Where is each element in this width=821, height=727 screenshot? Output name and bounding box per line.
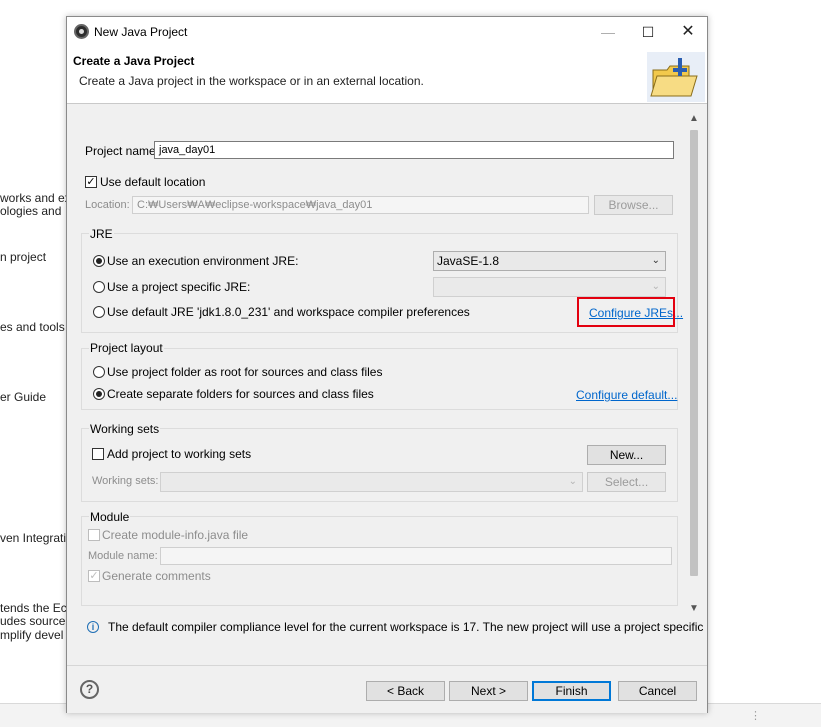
- jre-env-radio[interactable]: [93, 255, 105, 267]
- add-to-working-sets-checkbox[interactable]: [92, 448, 104, 460]
- create-module-info-checkbox[interactable]: [88, 529, 100, 541]
- scroll-up-icon[interactable]: ▲: [689, 113, 699, 124]
- layout-separate-label: Create separate folders for sources and …: [107, 387, 374, 401]
- chevron-down-icon: ⌄: [568, 476, 577, 487]
- cancel-button[interactable]: Cancel: [618, 681, 697, 701]
- module-group-label: Module: [89, 510, 131, 524]
- scrollbar-thumb[interactable]: [690, 130, 698, 576]
- use-default-location-label: Use default location: [100, 175, 206, 189]
- add-to-working-sets-label: Add project to working sets: [107, 447, 252, 461]
- highlight-box: [577, 297, 675, 327]
- working-sets-label: Working sets:: [92, 475, 159, 487]
- working-sets-group-label: Working sets: [89, 422, 161, 436]
- execution-environment-value: JavaSE-1.8: [437, 254, 500, 268]
- execution-environment-select[interactable]: JavaSE-1.8 ⌄: [433, 251, 666, 271]
- use-default-location-checkbox[interactable]: ✓: [85, 176, 97, 188]
- back-button[interactable]: < Back: [366, 681, 445, 701]
- info-icon: i: [87, 621, 99, 633]
- browse-button[interactable]: Browse...: [594, 195, 673, 215]
- chevron-down-icon: ⌄: [651, 281, 660, 292]
- bg-text-line: n project: [0, 250, 47, 264]
- generate-comments-label: Generate comments: [102, 569, 211, 583]
- bg-text-line: ven Integrati: [0, 531, 67, 545]
- jre-group-label: JRE: [89, 227, 114, 241]
- window-title: New Java Project: [94, 25, 188, 39]
- bg-text-line: works and ex: [0, 191, 71, 205]
- module-name-label: Module name:: [88, 550, 158, 562]
- location-label: Location:: [85, 199, 130, 211]
- create-module-info-label: Create module-info.java file: [102, 528, 249, 542]
- jre-default-radio[interactable]: [93, 306, 105, 318]
- wizard-header: Create a Java Project Create a Java proj…: [67, 47, 707, 104]
- compliance-info-message: The default compiler compliance level fo…: [108, 620, 704, 634]
- generate-comments-checkbox[interactable]: ✓: [88, 570, 100, 582]
- bg-text-line: er Guide: [0, 390, 47, 404]
- vertical-scrollbar[interactable]: ▲ ▼: [687, 113, 702, 621]
- project-layout-group-label: Project layout: [89, 341, 164, 355]
- module-name-input[interactable]: [160, 547, 672, 565]
- wizard-footer: ? < Back Next > Finish Cancel: [67, 665, 707, 713]
- location-input[interactable]: C:₩Users₩A₩eclipse-workspace₩java_day01: [132, 196, 589, 214]
- maximize-button[interactable]: ☐: [628, 17, 668, 47]
- bg-text-line: udes source: [0, 614, 66, 628]
- status-bar-dots: ⋮: [750, 710, 761, 722]
- close-button[interactable]: ✕: [668, 17, 708, 47]
- scroll-down-icon[interactable]: ▼: [689, 603, 699, 614]
- layout-root-radio[interactable]: [93, 366, 105, 378]
- new-project-folder-icon: [647, 52, 705, 102]
- layout-root-label: Use project folder as root for sources a…: [107, 365, 383, 379]
- new-working-set-button[interactable]: New...: [587, 445, 666, 465]
- wizard-subtitle: Create a Java project in the workspace o…: [79, 74, 424, 88]
- jre-env-label: Use an execution environment JRE:: [107, 254, 299, 268]
- layout-separate-radio[interactable]: [93, 388, 105, 400]
- working-sets-select[interactable]: ⌄: [160, 472, 583, 492]
- bg-text-line: ologies and: [0, 204, 62, 218]
- jre-specific-radio[interactable]: [93, 281, 105, 293]
- configure-default-link[interactable]: Configure default...: [576, 388, 677, 402]
- jre-specific-label: Use a project specific JRE:: [107, 280, 251, 294]
- project-name-input[interactable]: java_day01: [154, 141, 674, 159]
- finish-button[interactable]: Finish: [532, 681, 611, 701]
- eclipse-icon: [74, 24, 89, 39]
- bg-text-line: tends the Ec: [0, 601, 67, 615]
- minimize-button[interactable]: —: [588, 17, 628, 47]
- new-java-project-dialog: New Java Project — ☐ ✕ Create a Java Pro…: [66, 16, 708, 713]
- next-button[interactable]: Next >: [449, 681, 528, 701]
- help-icon[interactable]: ?: [80, 680, 99, 699]
- jre-default-label: Use default JRE 'jdk1.8.0_231' and works…: [107, 305, 470, 319]
- title-bar[interactable]: New Java Project — ☐ ✕: [67, 17, 707, 47]
- select-working-sets-button[interactable]: Select...: [587, 472, 666, 492]
- project-specific-jre-select[interactable]: ⌄: [433, 277, 666, 297]
- chevron-down-icon: ⌄: [651, 255, 660, 266]
- wizard-title: Create a Java Project: [73, 54, 195, 68]
- bg-text-line: mplify devel: [0, 628, 64, 642]
- wizard-content: ▲ ▼ Project name: java_day01 ✓ Use defau…: [67, 105, 707, 665]
- project-name-label: Project name:: [85, 144, 160, 158]
- bg-text-line: es and tools: [0, 320, 65, 334]
